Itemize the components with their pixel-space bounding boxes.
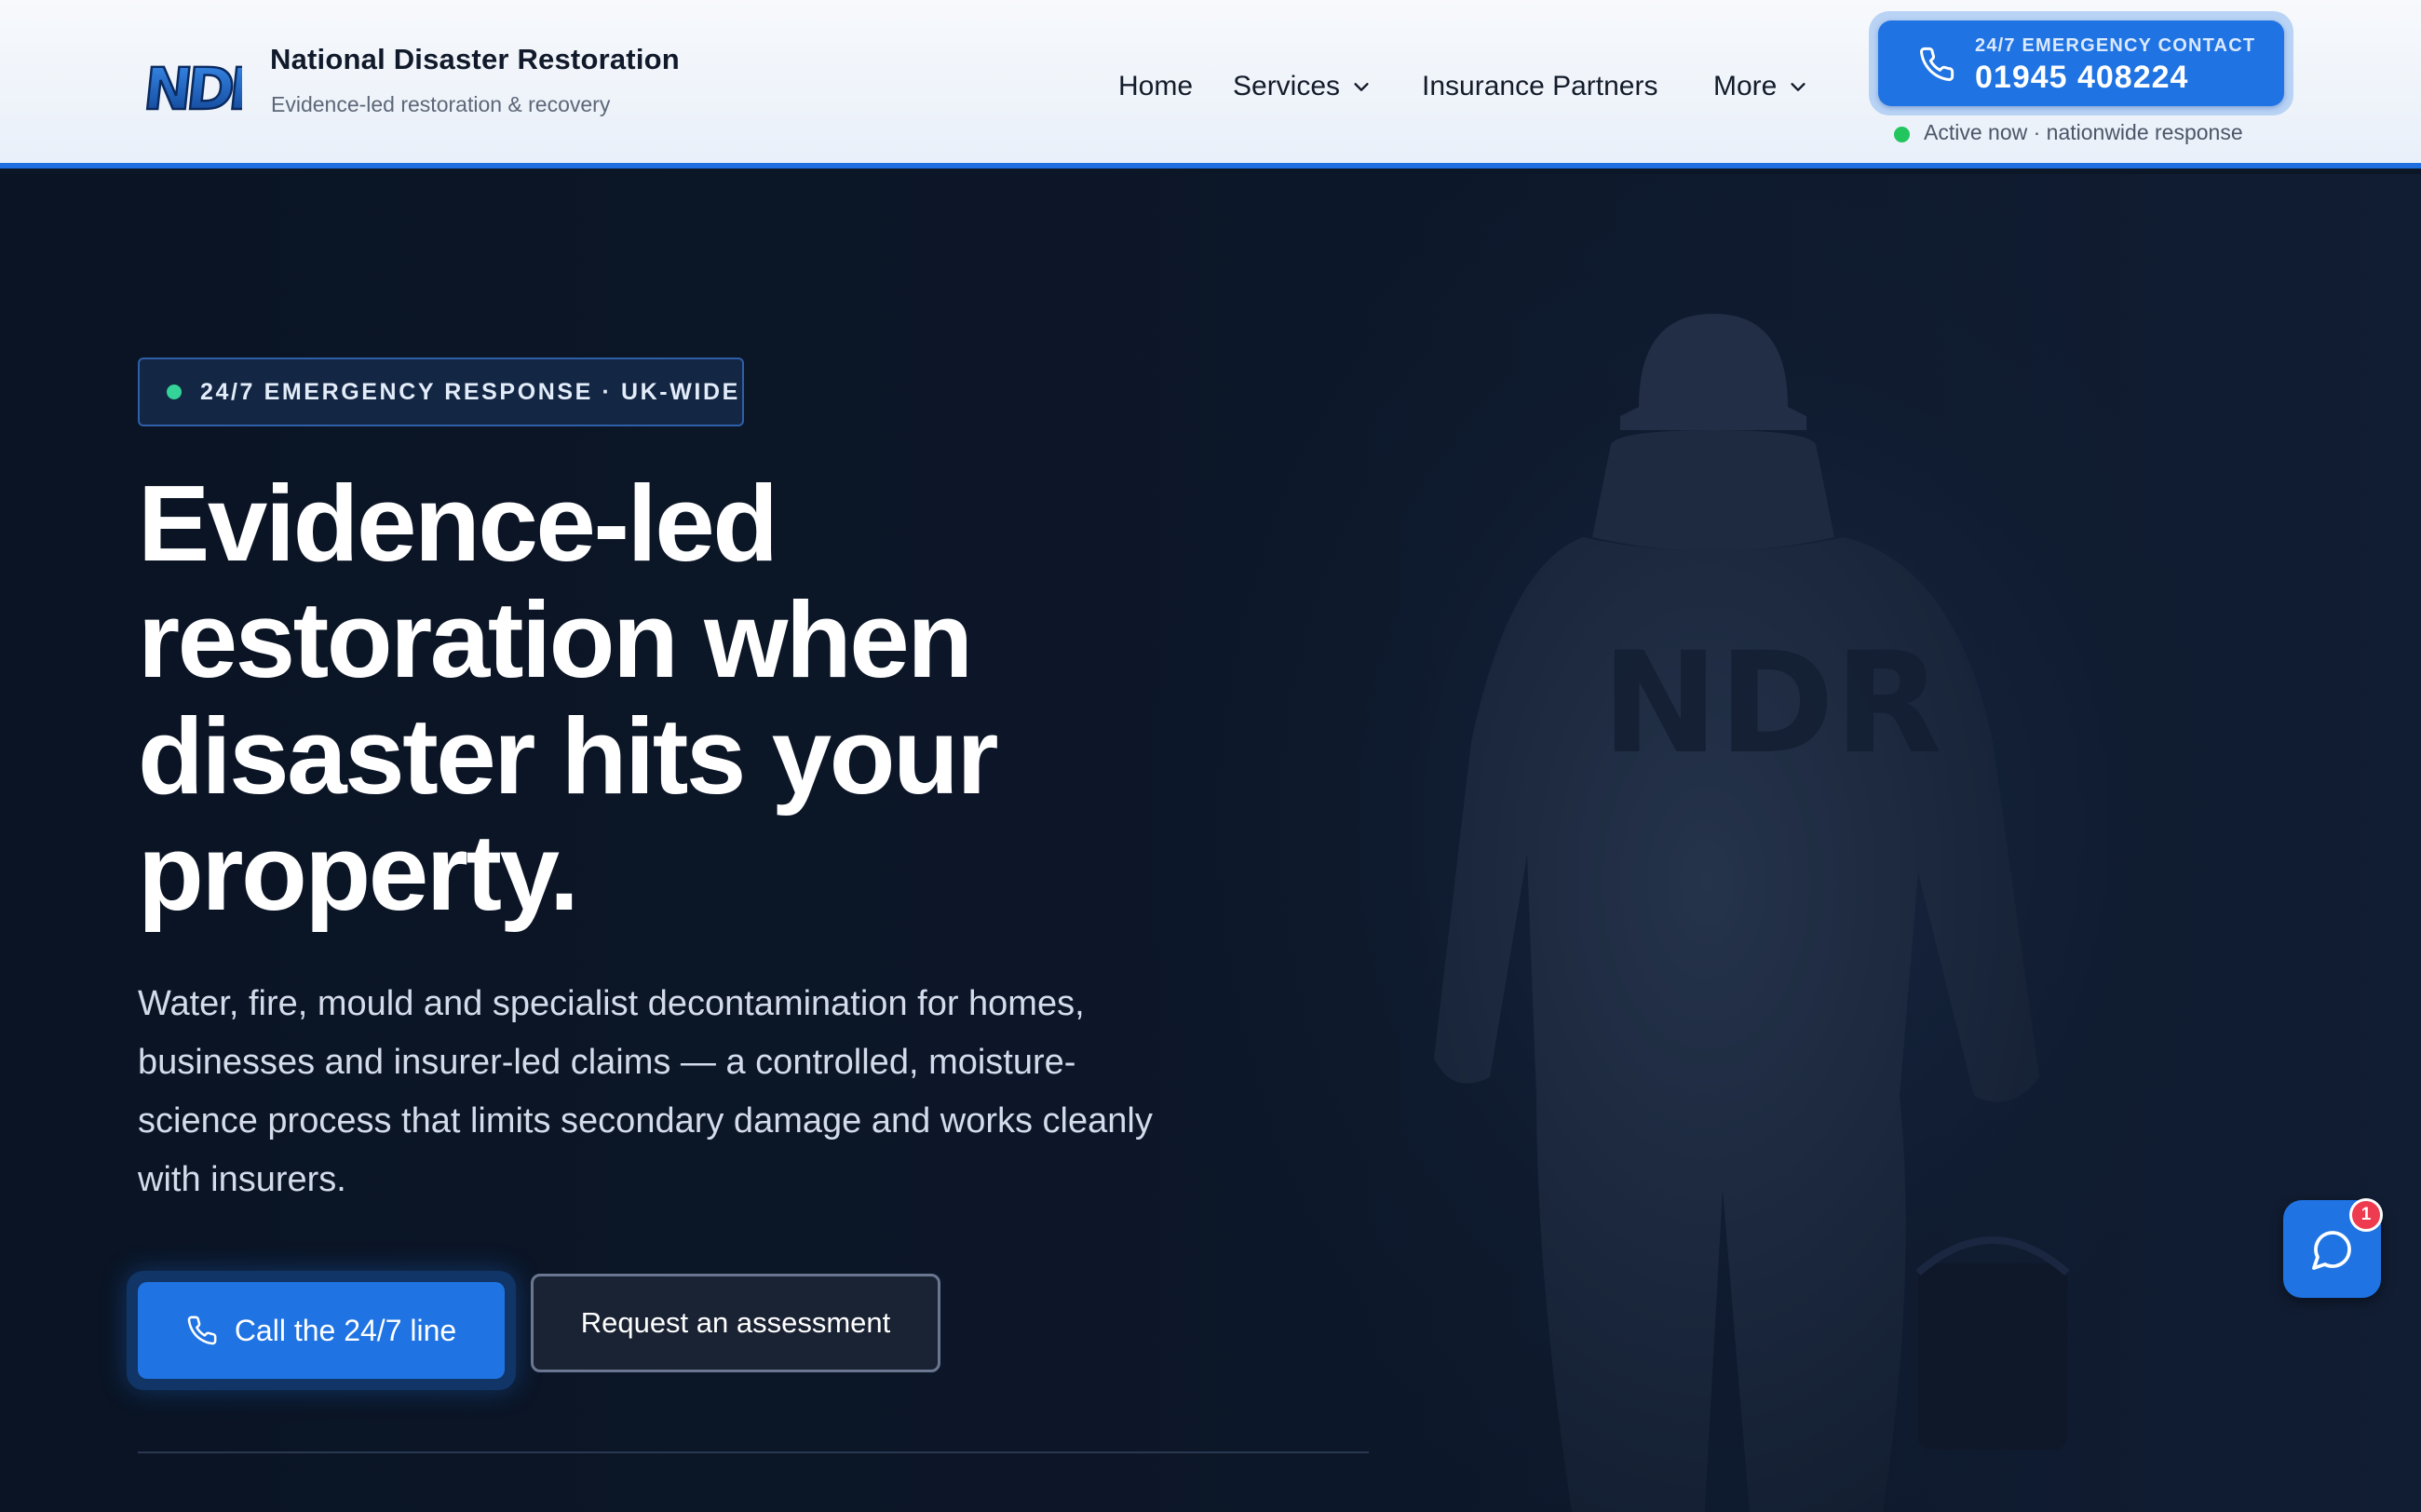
call-24-7-button[interactable]: Call the 24/7 line bbox=[138, 1282, 505, 1379]
emergency-contact-inner[interactable]: 24/7 EMERGENCY CONTACT 01945 408224 bbox=[1878, 20, 2284, 106]
phone-icon bbox=[187, 1316, 217, 1345]
emergency-response-badge: 24/7 EMERGENCY RESPONSE · UK-WIDE bbox=[138, 358, 744, 426]
chevron-down-icon bbox=[1354, 83, 1369, 91]
site-header: NDR National Disaster Restoration Eviden… bbox=[0, 0, 2421, 169]
response-status-text: Active now · nationwide response bbox=[1924, 120, 2243, 144]
hero-title-line: disaster hits your bbox=[138, 695, 998, 817]
hero-section: NDR 24/7 EMERGENCY RESPONSE · UK-WIDE Ev… bbox=[0, 174, 2421, 1512]
status-dot-icon bbox=[1894, 127, 1910, 142]
restoration-worker-image: NDR bbox=[1434, 314, 2070, 1512]
call-button-label: Call the 24/7 line bbox=[234, 1313, 457, 1347]
emergency-number: 01945 408224 bbox=[1975, 60, 2189, 95]
nav-home[interactable]: Home bbox=[1118, 68, 1193, 105]
nav-more-label: More bbox=[1713, 71, 1778, 101]
request-assessment-label: Request an assessment bbox=[580, 1306, 891, 1339]
chat-bubble-icon bbox=[2311, 1230, 2351, 1270]
hero-divider bbox=[138, 1451, 1369, 1453]
suit-logo-mark: NDR bbox=[1602, 623, 1942, 785]
hero-title-line: property. bbox=[138, 812, 579, 933]
emergency-contact-button[interactable]: 24/7 EMERGENCY CONTACT 01945 408224 bbox=[1869, 11, 2293, 115]
nav-services-label: Services bbox=[1233, 71, 1341, 101]
nav-insurance-partners[interactable]: Insurance Partners bbox=[1422, 68, 1657, 105]
hero-title: Evidence-led restoration when disaster h… bbox=[138, 466, 1255, 931]
chevron-down-icon bbox=[1791, 83, 1806, 91]
nav-home-label: Home bbox=[1118, 71, 1194, 101]
nav-more[interactable]: More bbox=[1713, 68, 1808, 105]
nav-insurance-partners-label: Insurance Partners bbox=[1422, 71, 1658, 101]
badge-text: 24/7 EMERGENCY RESPONSE · UK-WIDE bbox=[200, 378, 740, 405]
hero-description: Water, fire, mould and specialist decont… bbox=[138, 984, 1153, 1199]
hero-title-line: restoration when bbox=[138, 579, 973, 700]
hero-title-line: Evidence-led bbox=[138, 463, 778, 584]
request-assessment-button[interactable]: Request an assessment bbox=[531, 1274, 940, 1372]
chat-notification-badge: 1 bbox=[2349, 1198, 2383, 1232]
phone-icon bbox=[1920, 47, 1954, 81]
emergency-label: 24/7 EMERGENCY CONTACT bbox=[1975, 35, 2256, 56]
badge-dot-icon bbox=[167, 385, 182, 399]
nav-services[interactable]: Services bbox=[1233, 68, 1372, 105]
